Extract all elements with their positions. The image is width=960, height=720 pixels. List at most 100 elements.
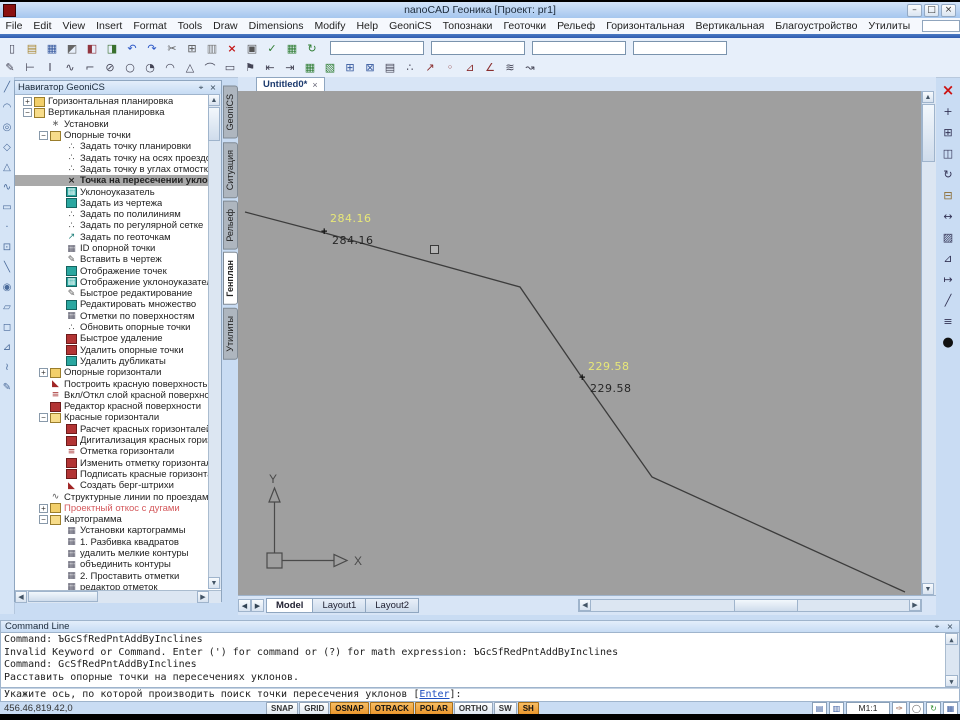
tree-item[interactable]: ∿ Структурные линии по проездам [15, 491, 209, 502]
plot-icon[interactable]: ◩ [62, 39, 82, 57]
arc2-icon[interactable]: ⌒ [200, 59, 220, 77]
scroll-down-arrow[interactable]: ▼ [208, 577, 220, 589]
menu-item[interactable]: Help [351, 19, 384, 33]
status-toggle[interactable]: SH [518, 702, 539, 715]
status-toggle[interactable]: GRID [299, 702, 329, 715]
panel-tab[interactable]: Ситуация [223, 142, 238, 198]
sheet-icon[interactable]: ▤ [812, 702, 827, 715]
circle-icon[interactable]: ○ [120, 59, 140, 77]
tree-item[interactable]: − Красные горизонтали [15, 412, 209, 423]
tree-item[interactable]: Расчет красных горизонталей [15, 424, 209, 435]
panel-tab[interactable]: Утилиты [223, 308, 238, 360]
color-combo[interactable] [431, 41, 525, 55]
menu-item[interactable]: Draw [208, 19, 244, 33]
donut-icon[interactable]: ◉ [0, 277, 15, 297]
panel-tab[interactable]: Генплан [223, 252, 238, 305]
table-icon[interactable]: ▦ [282, 39, 302, 57]
arc-icon[interactable]: ◠ [160, 59, 180, 77]
scroll-down-arrow[interactable]: ▼ [922, 583, 934, 595]
leader-icon[interactable]: ↝ [520, 59, 540, 77]
menu-item[interactable]: Геоточки [498, 19, 552, 33]
hatch2-icon[interactable]: ▧ [320, 59, 340, 77]
tree-vertical-scrollbar[interactable]: ▲ ▼ [208, 94, 221, 589]
scroll-left-arrow[interactable]: ◀ [15, 591, 27, 603]
open-icon[interactable]: ▤ [22, 39, 42, 57]
tree-horizontal-scrollbar[interactable]: ◀ ▶ [15, 590, 221, 603]
tree-item[interactable]: × Точка на пересечении уклонов [15, 175, 209, 186]
wedge-icon[interactable]: ⊿ [0, 337, 15, 357]
close-icon[interactable]: × [208, 83, 218, 93]
tree-item[interactable]: ▦ ID опорной точки [15, 243, 209, 254]
pgram-icon[interactable]: ▱ [0, 297, 15, 317]
tree-item[interactable]: ∗ Установки [15, 119, 209, 130]
square-icon[interactable]: ◻ [0, 317, 15, 337]
tree-item[interactable]: Задать из чертежа [15, 198, 209, 209]
cellsx-icon[interactable]: ⊠ [360, 59, 380, 77]
refresh-icon[interactable]: ↻ [302, 39, 322, 57]
menu-item[interactable]: Insert [91, 19, 128, 33]
scroll-up-arrow[interactable]: ▲ [922, 91, 934, 103]
cells-icon[interactable]: ⊞ [340, 59, 360, 77]
spelling-icon[interactable]: ✓ [262, 39, 282, 57]
linetype-combo[interactable] [532, 41, 626, 55]
menu-item[interactable]: Рельеф [552, 19, 601, 33]
layers-icon[interactable]: ▥ [829, 702, 844, 715]
layout-tab[interactable]: Layout2 [365, 598, 419, 613]
status-toggle[interactable]: SW [494, 702, 517, 715]
scale-indicator[interactable]: M1:1 [846, 702, 890, 715]
tree-item[interactable]: Изменить отметку горизонтали [15, 458, 209, 469]
tree-item[interactable]: Редактор красной поверхности [15, 401, 209, 412]
tree-item[interactable]: ▦ Уклоноуказатель [15, 186, 209, 197]
tree-item[interactable]: − Опорные точки [15, 130, 209, 141]
enter-link[interactable]: Enter [419, 689, 449, 700]
status-toggle[interactable]: SNAP [266, 702, 298, 715]
redo-icon[interactable]: ↷ [142, 39, 162, 57]
pline-icon[interactable]: ✎ [0, 59, 20, 77]
menu-item[interactable]: Format [128, 19, 172, 33]
menu-item[interactable]: Dimensions [243, 19, 309, 33]
points-icon[interactable]: ∴ [400, 59, 420, 77]
tree-item[interactable]: ▦ 2. Проставить отметки [15, 570, 209, 581]
spline-icon[interactable]: ∿ [0, 177, 15, 197]
move-icon[interactable]: + [938, 101, 959, 121]
close-icon[interactable]: × [945, 622, 955, 632]
tab-scroll-left[interactable]: ◀ [238, 599, 251, 612]
tree-item[interactable]: Дигитализация красных горизонталей [15, 435, 209, 446]
menu-item[interactable]: Горизонтальная [601, 19, 690, 33]
scroll-right-arrow[interactable]: ▶ [909, 599, 921, 611]
tree-item[interactable]: ▦ Отображение уклоноуказателей [15, 277, 209, 288]
display-icon[interactable]: ▦ [943, 702, 958, 715]
paste-icon[interactable]: ▥ [202, 39, 222, 57]
menu-item[interactable]: Вертикальная [690, 19, 770, 33]
tree-item[interactable]: − Картограмма [15, 514, 209, 525]
xline-icon[interactable]: ╲ [0, 257, 15, 277]
tree-item[interactable]: ∴ Задать по полилиниям [15, 209, 209, 220]
align-right-icon[interactable]: ⇥ [280, 59, 300, 77]
drawing-canvas[interactable]: Y X ++ 284.16284.16229.58229.58 ▲ ▼ [238, 91, 936, 595]
join-icon[interactable]: ≡ [938, 311, 959, 331]
rhomb-icon[interactable]: ◇ [0, 137, 15, 157]
status-toggle[interactable]: ORTHO [454, 702, 493, 715]
lineweight-combo[interactable] [633, 41, 727, 55]
cut-icon[interactable]: ✂ [162, 39, 182, 57]
grid-icon[interactable]: ▦ [300, 59, 320, 77]
preview-icon[interactable]: ◧ [82, 39, 102, 57]
tree-item[interactable]: ✎ Быстрое редактирование [15, 288, 209, 299]
tree-expander[interactable]: − [23, 108, 32, 117]
circle-icon[interactable]: ◎ [0, 117, 15, 137]
slope3-icon[interactable]: ≋ [500, 59, 520, 77]
command-scrollbar[interactable]: ▲ ▼ [945, 633, 959, 687]
arc-icon[interactable]: ◠ [0, 97, 15, 117]
status-toggle[interactable]: POLAR [415, 702, 453, 715]
menu-item[interactable]: View [57, 19, 91, 33]
scroll-thumb[interactable] [922, 104, 935, 162]
rotate-icon[interactable]: ↻ [938, 164, 959, 184]
tree-item[interactable]: + Проектный откос с дугами [15, 503, 209, 514]
tree-item[interactable]: ↗ Задать по геоточкам [15, 232, 209, 243]
scroll-left-arrow[interactable]: ◀ [579, 599, 591, 611]
close-icon[interactable]: × [938, 80, 959, 100]
pencil-icon[interactable]: ✎ [0, 377, 15, 397]
array-icon[interactable]: ⊟ [938, 185, 959, 205]
tree-item[interactable]: ∴ Обновить опорные точки [15, 322, 209, 333]
canvas-horizontal-scrollbar[interactable]: ◀ ▶ [578, 599, 922, 612]
